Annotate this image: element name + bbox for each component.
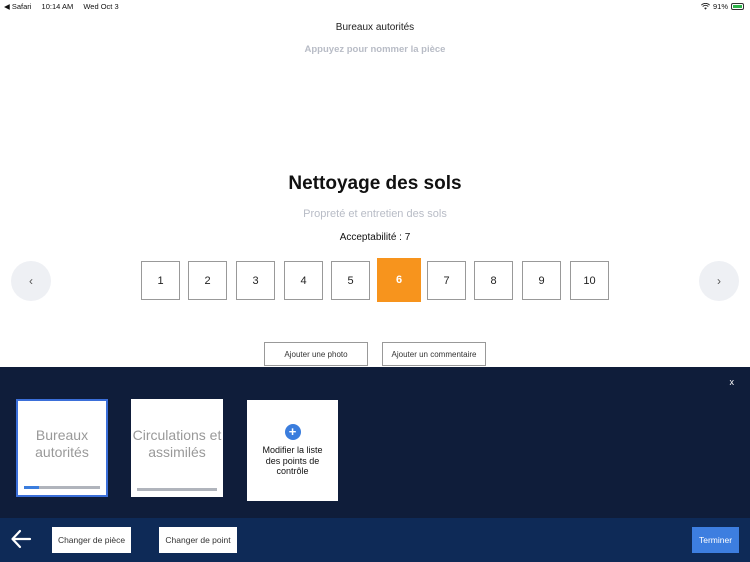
status-date: Wed Oct 3 (83, 2, 119, 11)
score-button-1[interactable]: 1 (141, 261, 180, 300)
modify-checkpoints-label: Modifier la liste des points de contrôle (262, 444, 323, 477)
room-panel: x Bureaux autorités Circulations et assi… (0, 367, 750, 518)
room-card-label: Circulations et assimilés (132, 426, 222, 461)
add-comment-button[interactable]: Ajouter un commentaire (382, 342, 486, 366)
back-to-app-link[interactable]: ◀ Safari (4, 2, 31, 11)
room-progress-fill (24, 486, 40, 489)
close-panel-button[interactable]: x (730, 377, 735, 387)
finish-button[interactable]: Terminer (692, 527, 739, 553)
score-button-6[interactable]: 6 (377, 258, 421, 302)
bottom-toolbar: Changer de pièce Changer de point Termin… (0, 518, 750, 562)
chevron-right-icon: › (717, 274, 721, 288)
battery-percent: 91% (712, 2, 728, 11)
back-arrow-icon[interactable] (10, 528, 32, 550)
score-button-8[interactable]: 8 (474, 261, 513, 300)
plus-icon: + (284, 423, 301, 440)
room-progress-bar (24, 486, 100, 489)
wifi-icon (701, 3, 710, 10)
acceptability-label: Acceptabilité : (339, 232, 402, 243)
score-button-10[interactable]: 10 (570, 261, 609, 300)
score-button-3[interactable]: 3 (236, 261, 275, 300)
room-card[interactable]: Circulations et assimilés (131, 399, 223, 497)
score-button-7[interactable]: 7 (427, 261, 466, 300)
add-photo-button[interactable]: Ajouter une photo (264, 342, 368, 366)
score-button-2[interactable]: 2 (188, 261, 227, 300)
modify-checkpoints-card[interactable]: + Modifier la liste des points de contrô… (247, 400, 338, 501)
control-point-title: Nettoyage des sols (288, 173, 462, 194)
score-button-5[interactable]: 5 (331, 261, 370, 300)
previous-point-button[interactable]: ‹ (11, 261, 51, 301)
control-point-subtitle: Propreté et entretien des sols (303, 208, 447, 220)
room-card[interactable]: Bureaux autorités (16, 399, 108, 497)
room-name-hint[interactable]: Appuyez pour nommer la pièce (0, 44, 750, 55)
next-point-button[interactable]: › (699, 261, 739, 301)
room-name[interactable]: Bureaux autorités (0, 22, 750, 33)
acceptability-value: 7 (404, 232, 411, 243)
status-bar: ◀ Safari 10:14 AM Wed Oct 3 91% (0, 0, 750, 12)
room-card-label: Bureaux autorités (35, 426, 89, 461)
acceptability-threshold: Acceptabilité : 7 (0, 232, 750, 243)
battery-icon (731, 3, 744, 10)
room-progress-bar (137, 488, 217, 491)
status-time: 10:14 AM (41, 2, 74, 11)
change-room-button[interactable]: Changer de pièce (52, 527, 131, 553)
chevron-left-icon: ‹ (29, 274, 33, 288)
change-point-button[interactable]: Changer de point (159, 527, 237, 553)
score-button-4[interactable]: 4 (284, 261, 323, 300)
score-button-9[interactable]: 9 (522, 261, 561, 300)
